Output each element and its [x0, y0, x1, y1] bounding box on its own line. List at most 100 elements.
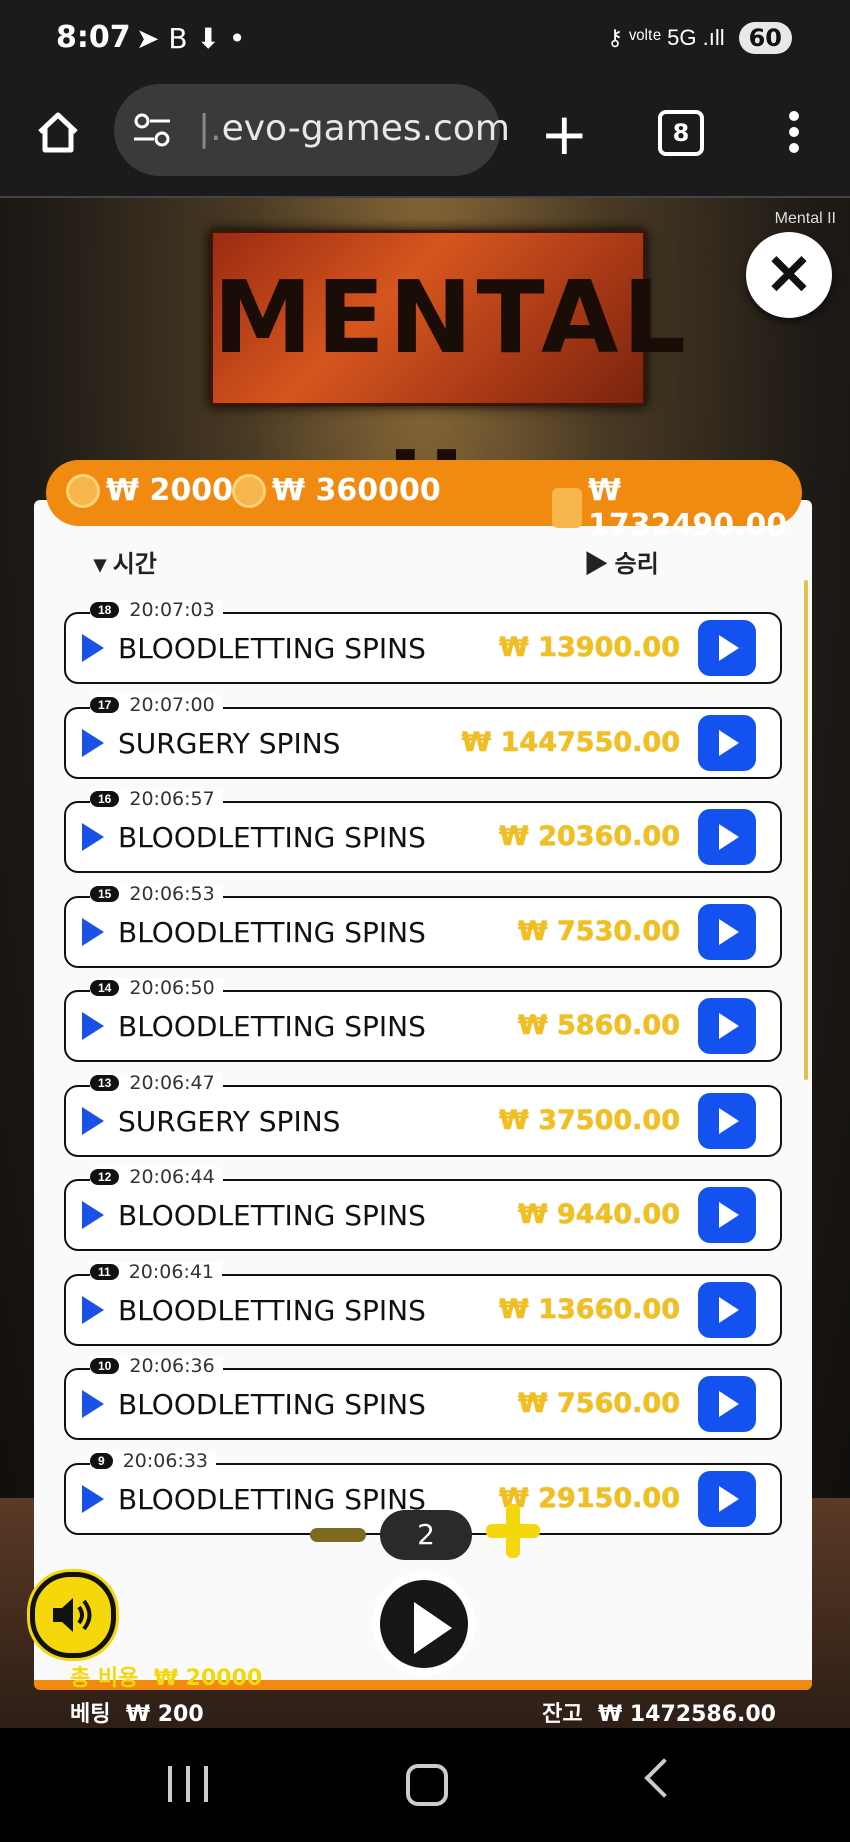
play-triangle-icon	[82, 1201, 104, 1229]
row-meta: 18 20:07:03	[90, 599, 223, 621]
row-time: 20:06:47	[129, 1071, 215, 1094]
spin-button[interactable]	[372, 1572, 476, 1676]
replay-button[interactable]	[698, 714, 756, 771]
round-number-badge: 17	[90, 696, 120, 713]
decrease-button[interactable]	[310, 1528, 366, 1542]
replay-button[interactable]	[698, 809, 756, 865]
win-amount: ₩ 13660.00	[499, 1293, 680, 1325]
round-number-badge: 15	[90, 885, 120, 902]
play-triangle-icon	[82, 1390, 104, 1418]
logo-text: MENTAL II	[213, 259, 691, 546]
play-triangle-icon	[82, 1484, 104, 1513]
play-triangle-icon	[82, 823, 104, 851]
url-prefix: |.	[198, 108, 222, 149]
address-bar[interactable]: |.evo-games.com	[114, 84, 510, 176]
status-time: 8:07	[56, 20, 131, 55]
sound-button[interactable]	[30, 1572, 116, 1658]
history-panel: ▾ 시간 ▶ 승리 18 20:07:03 BLOODLETTING SPINS ₩ …	[34, 460, 812, 1690]
more-menu-icon[interactable]	[784, 108, 804, 158]
home-nav-icon[interactable]	[406, 1764, 448, 1806]
row-meta: 14 20:06:50	[90, 977, 223, 999]
bet-amount: 베팅 ₩ 200	[70, 1696, 204, 1728]
bet-label: 베팅	[70, 1702, 111, 1727]
history-row[interactable]: 17 20:07:00 SURGERY SPINS ₩ 1447550.00	[64, 694, 782, 779]
win-amount: ₩ 9440.00	[517, 1199, 680, 1230]
win-amount: ₩ 5860.00	[517, 1010, 680, 1041]
round-number-badge: 16	[90, 791, 120, 807]
replay-button[interactable]	[698, 1281, 756, 1338]
history-row[interactable]: 15 20:06:53 BLOODLETTING SPINS ₩ 7530.00	[64, 883, 782, 968]
bet-cost: ₩ 20000	[66, 473, 254, 508]
history-row[interactable]: 18 20:07:03 BLOODLETTING SPINS ₩ 13900.00	[64, 599, 782, 684]
round-number-badge: 9	[90, 1452, 113, 1469]
replay-button[interactable]	[698, 1187, 756, 1243]
balance-label: 잔고	[542, 1702, 583, 1727]
system-nav-bar	[0, 1728, 850, 1842]
browser-toolbar: |.evo-games.com + 8	[0, 80, 850, 198]
row-time: 20:06:57	[129, 788, 215, 810]
replay-button[interactable]	[698, 620, 756, 676]
history-row[interactable]: 14 20:06:50 BLOODLETTING SPINS ₩ 5860.00	[64, 977, 782, 1062]
history-header: ₩ 20000 ₩ 360000 ₩ 1732490.00	[46, 460, 802, 543]
notification-icons: ➤ B ⬇ •	[136, 22, 246, 55]
counter-value: 2	[380, 1510, 472, 1560]
column-time[interactable]: ▾ 시간	[94, 544, 157, 579]
play-triangle-icon	[82, 917, 104, 946]
game-title-label: Mental II	[774, 210, 836, 227]
history-row[interactable]: 11 20:06:41 BLOODLETTING SPINS ₩ 13660.00	[64, 1261, 782, 1346]
replay-button[interactable]	[698, 1376, 756, 1432]
row-time: 20:07:03	[129, 599, 215, 621]
history-row[interactable]: 13 20:06:47 SURGERY SPINS ₩ 37500.00	[64, 1072, 782, 1157]
spin-type: SURGERY SPINS	[118, 1104, 341, 1138]
spin-type: BLOODLETTING SPINS	[118, 821, 426, 854]
win-amount: ₩ 7530.00	[517, 915, 680, 947]
row-meta: 9 20:06:33	[90, 1449, 217, 1472]
total-cost-label: 총 비용	[70, 1666, 139, 1691]
row-time: 20:06:53	[129, 882, 215, 905]
row-meta: 17 20:07:00	[90, 693, 223, 716]
signal-icons: ⚷ ᵛᵒˡᵗᵉ 5G .ıll	[606, 25, 725, 50]
scrollbar[interactable]	[804, 580, 808, 1080]
row-time: 20:06:36	[129, 1355, 215, 1377]
spin-type: BLOODLETTING SPINS	[118, 1199, 426, 1232]
recent-apps-icon[interactable]	[168, 1766, 208, 1802]
battery-icon: 60	[738, 22, 792, 54]
replay-button[interactable]	[698, 1470, 756, 1527]
spin-type: BLOODLETTING SPINS	[118, 632, 426, 665]
increase-button[interactable]	[486, 1504, 540, 1558]
tab-switcher-button[interactable]: 8	[658, 110, 704, 156]
url-text: |.evo-games.com	[198, 108, 510, 149]
win-amount: ₩ 1447550.00	[461, 726, 680, 758]
new-tab-button[interactable]: +	[540, 104, 589, 164]
history-row[interactable]: 16 20:06:57 BLOODLETTING SPINS ₩ 20360.00	[64, 788, 782, 873]
replay-button[interactable]	[698, 903, 756, 960]
win-amount: ₩ 13900.00	[499, 632, 680, 663]
wallet-icon	[552, 488, 582, 528]
close-button[interactable]: ✕	[746, 232, 832, 318]
history-row[interactable]: 12 20:06:44 BLOODLETTING SPINS ₩ 9440.00	[64, 1166, 782, 1251]
win-amount: ₩ 20360.00	[499, 821, 680, 852]
row-meta: 11 20:06:41	[90, 1260, 223, 1283]
home-icon[interactable]	[34, 108, 82, 156]
site-settings-icon[interactable]	[132, 112, 172, 148]
spin-type: BLOODLETTING SPINS	[118, 1482, 426, 1516]
row-meta: 12 20:06:44	[90, 1166, 223, 1188]
history-row[interactable]: 10 20:06:36 BLOODLETTING SPINS ₩ 7560.00	[64, 1355, 782, 1440]
spin-type: BLOODLETTING SPINS	[118, 1293, 426, 1327]
win-amount: ₩ 37500.00	[499, 1104, 680, 1136]
row-meta: 16 20:06:57	[90, 788, 223, 810]
row-time: 20:06:33	[122, 1449, 209, 1472]
back-icon[interactable]	[644, 1758, 684, 1798]
replay-button[interactable]	[698, 998, 756, 1054]
system-icons: ⚷ ᵛᵒˡᵗᵉ 5G .ıll 60	[607, 22, 792, 54]
replay-button[interactable]	[698, 1092, 756, 1149]
coin-icon	[66, 473, 100, 508]
row-time: 20:06:41	[128, 1260, 215, 1283]
game-view: MENTAL II Mental II ✕ ▾ 시간 ▶ 승리 18 20:07:…	[0, 198, 850, 1728]
total-cost: 총 비용 ₩ 20000	[70, 1660, 262, 1692]
round-number-badge: 18	[90, 602, 120, 618]
row-time: 20:07:00	[129, 693, 215, 716]
round-number-badge: 10	[90, 1358, 120, 1374]
column-win[interactable]: ▶ 승리	[584, 544, 659, 579]
coin-icon	[232, 473, 266, 508]
